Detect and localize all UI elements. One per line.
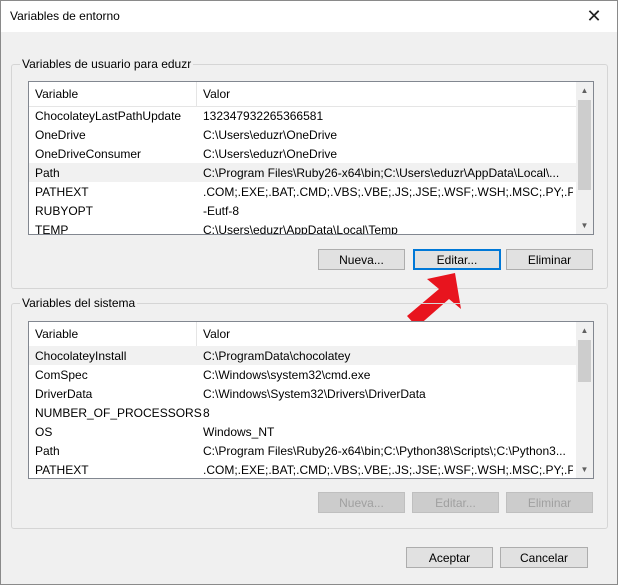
row-variable: ChocolateyLastPathUpdate [35,109,182,123]
column-valor[interactable]: Valor [203,87,230,101]
table-row[interactable]: Path C:\Program Files\Ruby26-x64\bin;C:\P… [29,441,578,460]
user-variables-group: Variables de usuario para eduzr Variable… [11,57,608,289]
row-value: C:\Users\eduzr\OneDrive [203,147,338,161]
system-variables-label: Variables del sistema [20,296,138,310]
row-variable: Path [35,444,60,458]
close-icon[interactable]: ✕ [571,1,617,32]
scroll-thumb[interactable] [578,100,591,190]
system-edit-button[interactable]: Editar... [412,492,499,513]
table-row[interactable]: OneDriveConsumer C:\Users\eduzr\OneDrive [29,144,578,163]
cancel-button[interactable]: Cancelar [500,547,588,568]
system-new-button[interactable]: Nueva... [318,492,405,513]
row-value: 132347932265366581 [203,109,324,123]
table-row[interactable]: NUMBER_OF_PROCESSORS 8 [29,403,578,422]
scroll-down-icon[interactable]: ▼ [576,217,593,234]
row-value: C:\ProgramData\chocolatey [203,349,351,363]
table-row[interactable]: OS Windows_NT [29,422,578,441]
row-value: Windows_NT [203,425,275,439]
row-value: C:\Windows\system32\cmd.exe [203,368,371,382]
environment-variables-dialog: Variables de entorno ✕ Variables de usua… [0,0,618,585]
row-value: C:\Users\eduzr\OneDrive [203,128,338,142]
row-variable: ChocolateyInstall [35,349,127,363]
user-edit-button[interactable]: Editar... [413,249,501,270]
row-value: 8 [203,406,210,420]
window-title: Variables de entorno [10,9,120,23]
button-label: Cancelar [519,550,569,565]
button-label: Editar... [435,495,476,510]
table-row[interactable]: DriverData C:\Windows\System32\Drivers\Dr… [29,384,578,403]
row-variable: PATHEXT [35,185,89,199]
system-delete-button[interactable]: Eliminar [506,492,593,513]
button-label: Eliminar [527,495,572,510]
user-variables-list[interactable]: Variable Valor ChocolateyLastPathUpdate 1… [28,81,594,235]
row-variable: ComSpec [35,368,88,382]
list-header: Variable Valor [29,82,578,107]
table-row[interactable]: ChocolateyLastPathUpdate 1323479322653665… [29,106,578,125]
table-row[interactable]: TEMP C:\Users\eduzr\AppData\Local\Temp [29,220,578,235]
column-variable[interactable]: Variable [35,327,78,341]
column-separator [196,322,197,346]
row-value: C:\Users\eduzr\AppData\Local\Temp [203,223,398,235]
row-value: C:\Program Files\Ruby26-x64\bin;C:\Users… [203,166,560,180]
row-value: .COM;.EXE;.BAT;.CMD;.VBS;.VBE;.JS;.JSE;.… [203,463,573,477]
vertical-scrollbar[interactable]: ▲ ▼ [576,82,593,234]
button-label: Eliminar [527,252,572,267]
row-variable: OneDriveConsumer [35,147,142,161]
row-value: -Eutf-8 [203,204,240,218]
row-variable: OneDrive [35,128,86,142]
row-variable: Path [35,166,60,180]
row-variable: PATHEXT [35,463,89,477]
row-value: .COM;.EXE;.BAT;.CMD;.VBS;.VBE;.JS;.JSE;.… [203,185,573,199]
row-variable: RUBYOPT [35,204,94,218]
column-valor[interactable]: Valor [203,327,230,341]
button-label: Aceptar [428,550,471,565]
button-label: Nueva... [339,252,384,267]
user-delete-button[interactable]: Eliminar [506,249,593,270]
vertical-scrollbar[interactable]: ▲ ▼ [576,322,593,478]
scroll-down-icon[interactable]: ▼ [576,461,593,478]
row-variable: OS [35,425,53,439]
system-variables-group: Variables del sistema Variable Valor Cho… [11,296,608,529]
table-row[interactable]: PATHEXT .COM;.EXE;.BAT;.CMD;.VBS;.VBE;.JS… [29,460,578,478]
user-new-button[interactable]: Nueva... [318,249,405,270]
user-variables-label: Variables de usuario para eduzr [20,57,194,71]
button-label: Editar... [436,252,478,267]
system-variables-list[interactable]: Variable Valor ChocolateyInstall C:\Progr… [28,321,594,479]
table-row[interactable]: OneDrive C:\Users\eduzr\OneDrive [29,125,578,144]
table-row-selected[interactable]: Path C:\Program Files\Ruby26-x64\bin;C:\U… [29,163,578,182]
row-value: C:\Program Files\Ruby26-x64\bin;C:\Pytho… [203,444,566,458]
column-separator [196,82,197,106]
table-row[interactable]: ComSpec C:\Windows\system32\cmd.exe [29,365,578,384]
list-header: Variable Valor [29,322,578,347]
row-variable: TEMP [35,223,69,235]
table-row-selected[interactable]: ChocolateyInstall C:\ProgramData\chocolat… [29,346,578,365]
table-row[interactable]: RUBYOPT -Eutf-8 [29,201,578,220]
ok-button[interactable]: Aceptar [406,547,493,568]
scroll-thumb[interactable] [578,340,591,382]
row-value: C:\Windows\System32\Drivers\DriverData [203,387,426,401]
table-row[interactable]: PATHEXT .COM;.EXE;.BAT;.CMD;.VBS;.VBE;.JS… [29,182,578,201]
scroll-up-icon[interactable]: ▲ [576,322,593,339]
title-bar: Variables de entorno ✕ [1,1,617,32]
scroll-up-icon[interactable]: ▲ [576,82,593,99]
button-label: Nueva... [339,495,384,510]
row-variable: DriverData [35,387,93,401]
row-variable: NUMBER_OF_PROCESSORS [35,406,202,420]
column-variable[interactable]: Variable [35,87,78,101]
